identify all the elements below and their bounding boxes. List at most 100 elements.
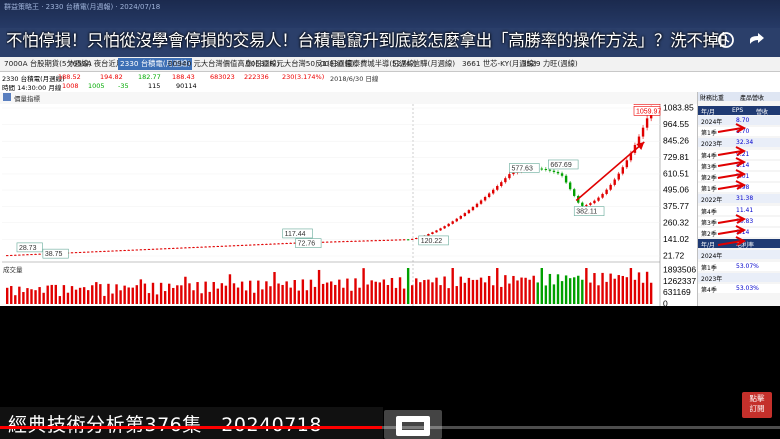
volume-bar bbox=[398, 277, 402, 304]
volume-bar bbox=[597, 285, 600, 304]
candle-body bbox=[593, 200, 596, 204]
subscribe-button[interactable]: 點擊 訂閱 bbox=[742, 392, 772, 418]
volume-bar bbox=[637, 272, 641, 304]
chart-type-icon[interactable] bbox=[3, 93, 11, 101]
candle-body bbox=[508, 174, 511, 179]
volume-bar bbox=[455, 286, 458, 304]
candle-body bbox=[459, 215, 462, 219]
volume-bar bbox=[629, 268, 633, 304]
candle-body bbox=[82, 251, 86, 253]
volume-bar bbox=[346, 278, 349, 304]
volume-bar bbox=[111, 293, 114, 304]
y-tick-label: 1083.85 bbox=[663, 104, 694, 113]
candle-body bbox=[500, 182, 503, 187]
candle-body bbox=[196, 246, 199, 248]
candle-body bbox=[325, 241, 329, 243]
video-title[interactable]: 不怕停損！只怕從沒學會停損的交易人！台積電竄升到底該怎麼拿出「高勝率的操作方法」… bbox=[6, 27, 726, 51]
candle-body bbox=[609, 184, 612, 190]
video-progress-bar[interactable] bbox=[0, 426, 780, 429]
volume-bar bbox=[180, 285, 183, 304]
volume-bar bbox=[74, 289, 78, 304]
y-tick-label: 729.81 bbox=[663, 152, 689, 162]
volume-bar bbox=[334, 284, 337, 304]
volume-bar bbox=[447, 288, 450, 304]
volume-bar bbox=[168, 283, 171, 304]
tab-6[interactable]: 5274 信驊(月週線) bbox=[390, 58, 457, 70]
volume-bar bbox=[224, 285, 228, 304]
volume-bar bbox=[236, 287, 240, 304]
tab-8[interactable]: 3529 力旺(週線) bbox=[520, 58, 580, 70]
volume-bar bbox=[289, 287, 292, 304]
y-tick-label: 610.51 bbox=[663, 168, 689, 178]
volume-bar bbox=[342, 287, 345, 304]
video-frame: 群益策略王 · 2330 台積電(月週報) · 2024/07/18 7000A… bbox=[0, 0, 780, 439]
candle-body bbox=[200, 246, 203, 248]
volume-bar bbox=[305, 290, 309, 304]
candle-body bbox=[87, 251, 90, 253]
toolbar-label[interactable]: 價量指標 bbox=[14, 93, 40, 103]
candle-body bbox=[431, 232, 434, 235]
volume-bar bbox=[520, 277, 523, 304]
volume-bar bbox=[415, 278, 418, 304]
candle-body bbox=[415, 237, 418, 239]
candle-body bbox=[14, 254, 17, 256]
volume-bar bbox=[285, 281, 288, 304]
candle-body bbox=[362, 240, 365, 242]
candle-body bbox=[212, 246, 215, 248]
quote-time: 時間 14:30:00 月線 bbox=[2, 84, 62, 92]
candle-body bbox=[135, 249, 138, 251]
candle-body bbox=[184, 247, 187, 249]
clock-icon[interactable] bbox=[718, 32, 734, 48]
volume-bar bbox=[471, 279, 475, 304]
volume-bar bbox=[423, 280, 426, 304]
volume-bar bbox=[524, 277, 527, 304]
candle-body bbox=[455, 218, 458, 222]
candle-body bbox=[471, 207, 475, 211]
candle-body bbox=[277, 243, 280, 245]
candle-body bbox=[411, 238, 414, 240]
volume-bar bbox=[115, 284, 118, 304]
candle-body bbox=[447, 223, 450, 227]
quote-open: 188.52 bbox=[58, 73, 81, 81]
volume-bar bbox=[188, 283, 191, 304]
volume-bar bbox=[325, 282, 329, 304]
y-tick-label: 141.02 bbox=[663, 234, 689, 244]
candle-body bbox=[151, 248, 155, 250]
share-icon[interactable] bbox=[750, 33, 764, 44]
candle-body bbox=[265, 243, 268, 245]
candle-body bbox=[354, 240, 357, 242]
price-annotation: 28.73 bbox=[19, 245, 37, 252]
title-bar: 群益策略王 · 2330 台積電(月週報) · 2024/07/18 bbox=[0, 0, 780, 28]
candle-body bbox=[617, 173, 620, 180]
candle-body bbox=[512, 172, 515, 175]
volume-label: 成交量 bbox=[3, 265, 23, 274]
y-tick-label: 495.06 bbox=[663, 185, 689, 195]
candle-body bbox=[540, 168, 543, 170]
volume-bar bbox=[573, 277, 576, 304]
candle-body bbox=[91, 251, 94, 253]
y-tick-label: 260.32 bbox=[663, 217, 689, 227]
candle-body bbox=[159, 248, 163, 250]
candle-body bbox=[257, 244, 260, 246]
candle-body bbox=[103, 250, 106, 252]
volume-bar bbox=[459, 276, 462, 304]
candle-body bbox=[176, 247, 179, 249]
volume-bar bbox=[382, 279, 386, 304]
volume-bar bbox=[200, 293, 203, 304]
price-chart: 1083.85 964.55 845.26 729.81 610.51 495.06 375… bbox=[0, 104, 700, 306]
volume-bar bbox=[492, 285, 495, 304]
volume-tick-label: 631169 bbox=[663, 287, 691, 297]
candle-body bbox=[180, 247, 183, 249]
candle-body bbox=[334, 241, 337, 243]
volume-bar bbox=[439, 285, 442, 304]
candle-body bbox=[463, 213, 467, 216]
candle-body bbox=[443, 226, 446, 229]
volume-bar bbox=[435, 277, 438, 304]
candle-body bbox=[552, 170, 556, 172]
annotation-arrow bbox=[717, 169, 747, 179]
volume-bar bbox=[362, 268, 365, 304]
volume-bar bbox=[321, 283, 325, 304]
volume-bar bbox=[467, 277, 471, 304]
annotation-arrow bbox=[717, 214, 747, 224]
volume-bar bbox=[244, 290, 248, 304]
